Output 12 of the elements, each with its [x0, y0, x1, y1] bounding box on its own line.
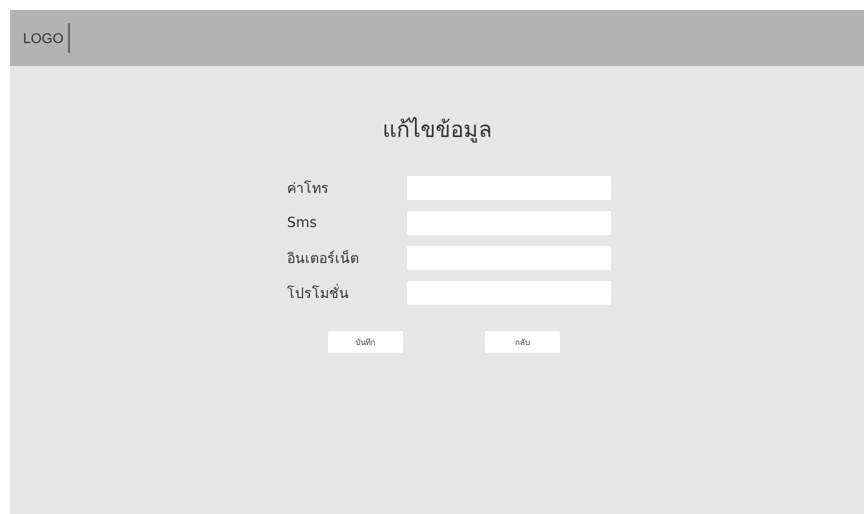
back-button[interactable]: กลับ [485, 331, 560, 353]
field-label: อินเตอร์เน็ต [287, 248, 360, 269]
page-title: แก้ไขข้อมูล [382, 116, 492, 145]
input-field[interactable] [407, 176, 611, 200]
field-label: โปรโมชั่น [287, 282, 407, 304]
input-field[interactable] [407, 211, 611, 235]
field-label: ค่าโทร [287, 180, 330, 199]
input-field[interactable] [407, 281, 611, 305]
logo: LOGO [23, 23, 70, 53]
input-field[interactable] [407, 246, 611, 270]
field-label: Sms [287, 215, 318, 231]
save-button[interactable]: บันทึก [328, 331, 403, 353]
